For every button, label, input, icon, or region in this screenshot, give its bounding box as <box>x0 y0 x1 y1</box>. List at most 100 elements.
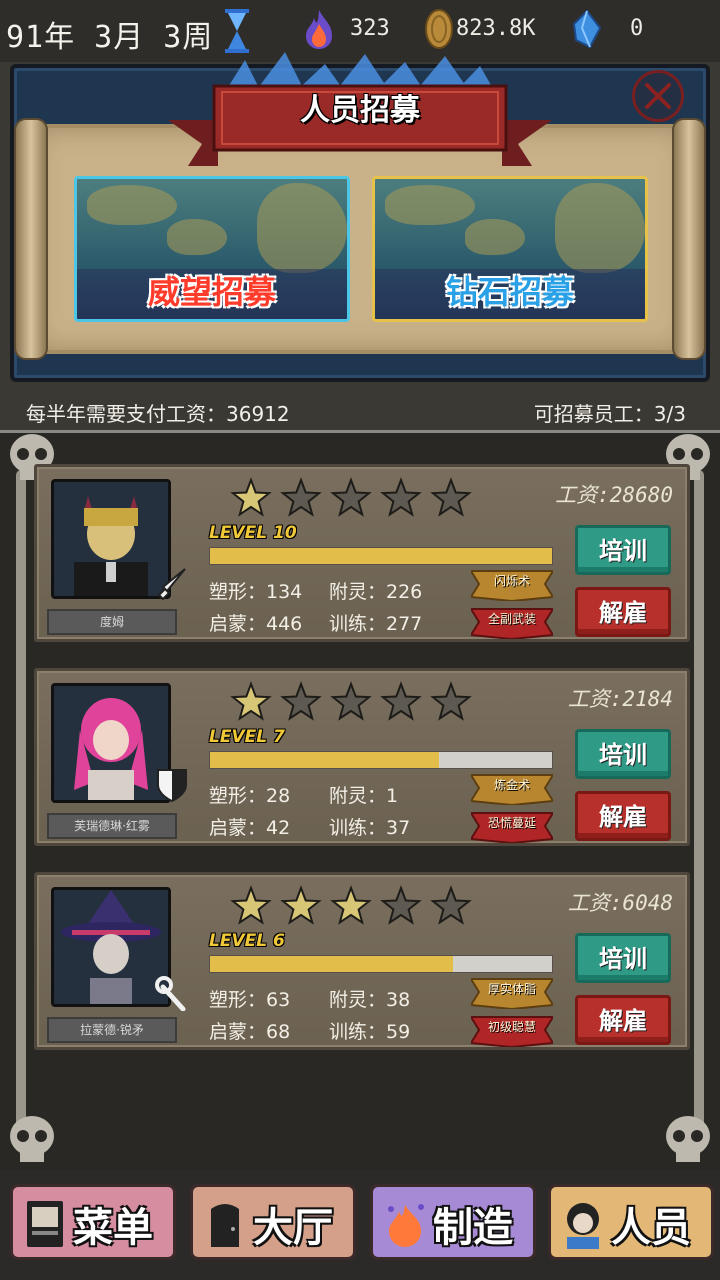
level-label: LEVEL <box>209 523 268 543</box>
star-empty-icon <box>430 477 472 517</box>
recruitable-count-text: 可招募员工：3/3 <box>533 402 686 426</box>
trait-label: 厚实体脂 <box>487 982 536 996</box>
game-date: 91年 3月 3周 <box>6 20 214 55</box>
close-icon <box>645 83 671 109</box>
star-empty-icon <box>280 681 322 721</box>
xp-bar <box>209 547 553 565</box>
nav-craft-button[interactable]: 制造 <box>370 1184 536 1260</box>
level-label: LEVEL <box>209 727 268 747</box>
staff-card-2: 芙瑞德琳·红雾 LEVEL 7 塑形：28 附灵：1 启蒙：42 训练：37 炼… <box>34 668 690 846</box>
stat-train: 训练：277 <box>329 613 423 635</box>
fire-button[interactable]: 解雇 <box>575 791 671 841</box>
star-filled-icon <box>230 681 272 721</box>
salary-due-text: 每半年需要支付工资：36912 <box>26 402 290 426</box>
flame-value: 323 <box>350 16 390 41</box>
vine-decoration <box>694 470 704 1150</box>
trait-label: 恐慌蔓延 <box>487 816 536 830</box>
nav-hall-label: 大厅 <box>253 1205 333 1251</box>
star-empty-icon <box>380 681 422 721</box>
star-empty-icon <box>330 681 372 721</box>
staff-portrait-1[interactable] <box>51 479 171 599</box>
trait-badge-red[interactable]: 恐慌蔓延 <box>469 809 555 845</box>
stat-shape: 塑形：63 <box>209 989 291 1011</box>
trait-label: 炼金术 <box>493 778 530 792</box>
nav-staff-label: 人员 <box>611 1205 691 1251</box>
train-button[interactable]: 培训 <box>575 933 671 983</box>
prestige-recruit-label: 威望招募 <box>147 273 276 311</box>
staff-name: 度姆 <box>47 609 177 635</box>
trait-label: 全副武装 <box>487 612 536 626</box>
trait-badge-gold[interactable]: 厚实体脂 <box>469 975 555 1011</box>
star-rating <box>230 477 472 517</box>
skull-icon <box>666 1116 710 1162</box>
star-empty-icon <box>430 681 472 721</box>
level-number: 6 <box>273 931 285 951</box>
xp-bar <box>209 751 553 769</box>
shield-icon <box>157 769 187 803</box>
fire-button[interactable]: 解雇 <box>575 587 671 637</box>
trait-badge-red[interactable]: 初级聪慧 <box>469 1013 555 1049</box>
staff-card-3: 拉蒙德·锐矛 LEVEL 6 塑形：63 附灵：38 启蒙：68 训练：59 厚… <box>34 872 690 1050</box>
level-label: LEVEL <box>209 931 268 951</box>
fire-button[interactable]: 解雇 <box>575 995 671 1045</box>
star-empty-icon <box>430 885 472 925</box>
vine-decoration <box>16 470 26 1150</box>
trait-badge-red[interactable]: 全副武装 <box>469 605 555 641</box>
nav-menu-label: 菜单 <box>73 1205 153 1251</box>
stat-shape: 塑形：134 <box>209 581 303 603</box>
star-rating <box>230 885 472 925</box>
level-number: 7 <box>273 727 285 747</box>
nav-menu-button[interactable]: 菜单 <box>10 1184 176 1260</box>
staff-salary: 工资:2184 <box>567 687 673 711</box>
nav-staff-button[interactable]: 人员 <box>548 1184 714 1260</box>
demon-portrait-icon <box>54 482 168 596</box>
stat-train: 训练：37 <box>329 817 411 839</box>
star-empty-icon <box>280 477 322 517</box>
map-blob <box>385 185 475 225</box>
xp-fill <box>210 752 440 768</box>
staff-portrait-2[interactable] <box>51 683 171 803</box>
staff-name: 芙瑞德琳·红雾 <box>47 813 177 839</box>
prestige-recruit-button[interactable]: 威望招募 <box>74 176 350 322</box>
trait-badge-gold[interactable]: 炼金术 <box>469 771 555 807</box>
stat-enlighten: 启蒙：42 <box>209 817 291 839</box>
staff-portrait-3[interactable] <box>51 887 171 1007</box>
scroll-roll-left <box>14 118 48 360</box>
star-rating <box>230 681 472 721</box>
stat-shape: 塑形：28 <box>209 785 291 807</box>
stat-enlighten: 启蒙：446 <box>209 613 303 635</box>
stat-enlighten: 启蒙：68 <box>209 1021 291 1043</box>
star-filled-icon <box>330 885 372 925</box>
diamond-recruit-label: 钻石招募 <box>445 273 574 311</box>
trait-label: 初级聪慧 <box>487 1020 536 1034</box>
xp-bar <box>209 955 553 973</box>
sword-icon <box>157 568 186 601</box>
level-number: 10 <box>273 523 297 543</box>
stat-spirit: 附灵：1 <box>329 785 399 807</box>
door-icon <box>211 1204 239 1247</box>
map-blob <box>465 219 525 255</box>
close-button[interactable] <box>632 70 684 122</box>
diamond-recruit-button[interactable]: 钻石招募 <box>372 176 648 322</box>
staff-card-1: 度姆 LEVEL 10 塑形：134 附灵：226 启蒙：446 训练：277 … <box>34 464 690 642</box>
staff-salary: 工资:28680 <box>555 483 673 507</box>
person-icon <box>567 1203 599 1249</box>
pink-hair-portrait-icon <box>54 686 168 800</box>
stat-spirit: 附灵：38 <box>329 989 411 1011</box>
star-empty-icon <box>380 885 422 925</box>
menu-book-icon <box>27 1201 63 1247</box>
coin-value: 823.8K <box>456 16 536 41</box>
star-filled-icon <box>280 885 322 925</box>
nav-hall-button[interactable]: 大厅 <box>190 1184 356 1260</box>
train-button[interactable]: 培训 <box>575 525 671 575</box>
train-button[interactable]: 培训 <box>575 729 671 779</box>
xp-fill <box>210 956 453 972</box>
gem-icon <box>572 9 602 49</box>
recruit-title: 人员招募 <box>300 93 420 128</box>
trait-badge-gold[interactable]: 闪烁术 <box>469 567 555 603</box>
map-blob <box>167 219 227 255</box>
star-filled-icon <box>230 885 272 925</box>
scroll-roll-right <box>672 118 706 360</box>
map-blob <box>87 185 177 225</box>
staff-name: 拉蒙德·锐矛 <box>47 1017 177 1043</box>
